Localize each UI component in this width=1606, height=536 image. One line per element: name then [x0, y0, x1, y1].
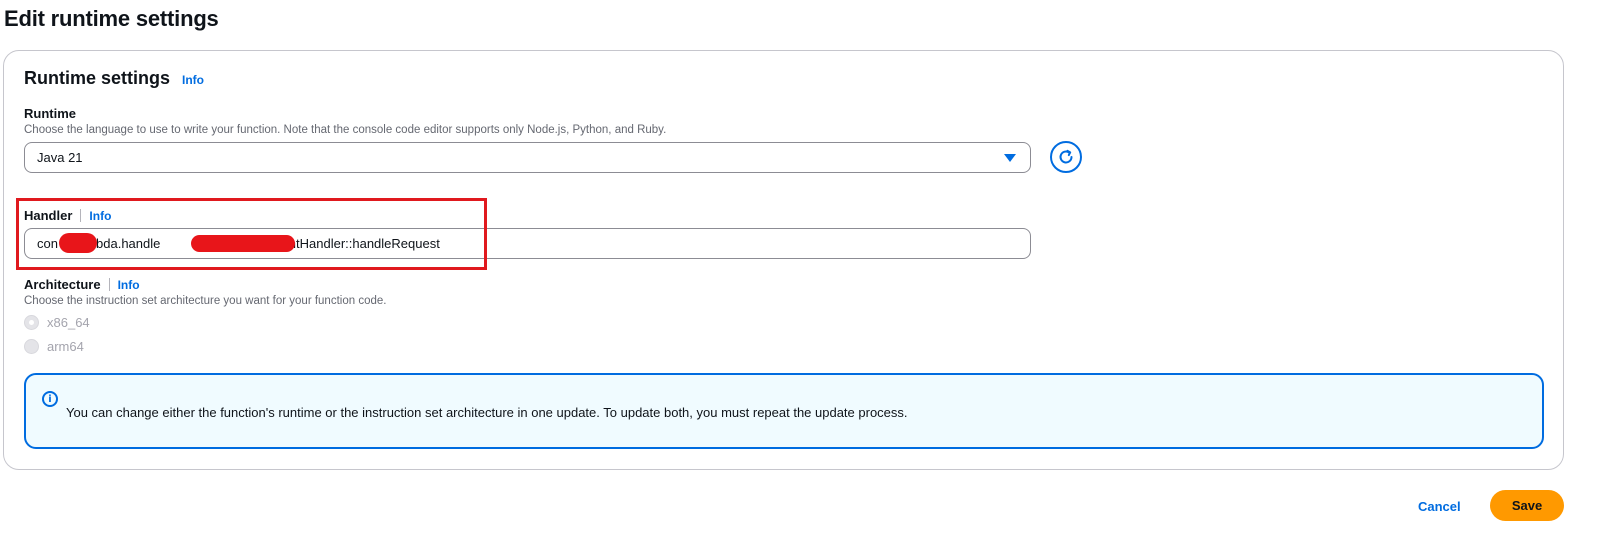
label-divider — [108, 278, 110, 291]
refresh-runtime-button[interactable] — [1050, 141, 1082, 173]
panel-info-link[interactable]: Info — [182, 73, 204, 87]
runtime-selected-value: Java 21 — [37, 150, 83, 165]
architecture-label: Architecture — [24, 277, 101, 292]
cancel-button[interactable]: Cancel — [1404, 491, 1475, 521]
alert-text: You can change either the function's run… — [66, 405, 908, 420]
save-button[interactable]: Save — [1490, 490, 1564, 521]
page-title: Edit runtime settings — [4, 6, 219, 31]
info-alert: i You can change either the function's r… — [24, 373, 1544, 449]
radio-label-x86-64: x86_64 — [47, 315, 90, 330]
radio-button[interactable] — [24, 339, 39, 354]
panel-header: Runtime settings Info — [24, 68, 204, 89]
info-icon: i — [42, 391, 58, 407]
runtime-field: Runtime Choose the language to use to wr… — [24, 106, 666, 136]
refresh-icon — [1059, 149, 1073, 164]
radio-label-arm64: arm64 — [47, 339, 84, 354]
handler-highlight-box — [16, 198, 487, 270]
panel-title: Runtime settings — [24, 68, 171, 88]
architecture-info-link[interactable]: Info — [118, 278, 140, 292]
caret-down-icon — [1004, 154, 1016, 162]
architecture-label-row: Architecture Info — [24, 277, 140, 292]
runtime-select[interactable]: Java 21 — [24, 142, 1031, 173]
runtime-label: Runtime — [24, 106, 76, 121]
architecture-description: Choose the instruction set architecture … — [24, 295, 387, 307]
radio-arm64[interactable]: arm64 — [24, 339, 84, 354]
radio-x86-64[interactable]: x86_64 — [24, 315, 90, 330]
runtime-description: Choose the language to use to write your… — [24, 124, 667, 136]
radio-button-selected[interactable] — [24, 315, 39, 330]
runtime-settings-panel: Runtime settings Info Runtime Choose the… — [3, 50, 1564, 470]
